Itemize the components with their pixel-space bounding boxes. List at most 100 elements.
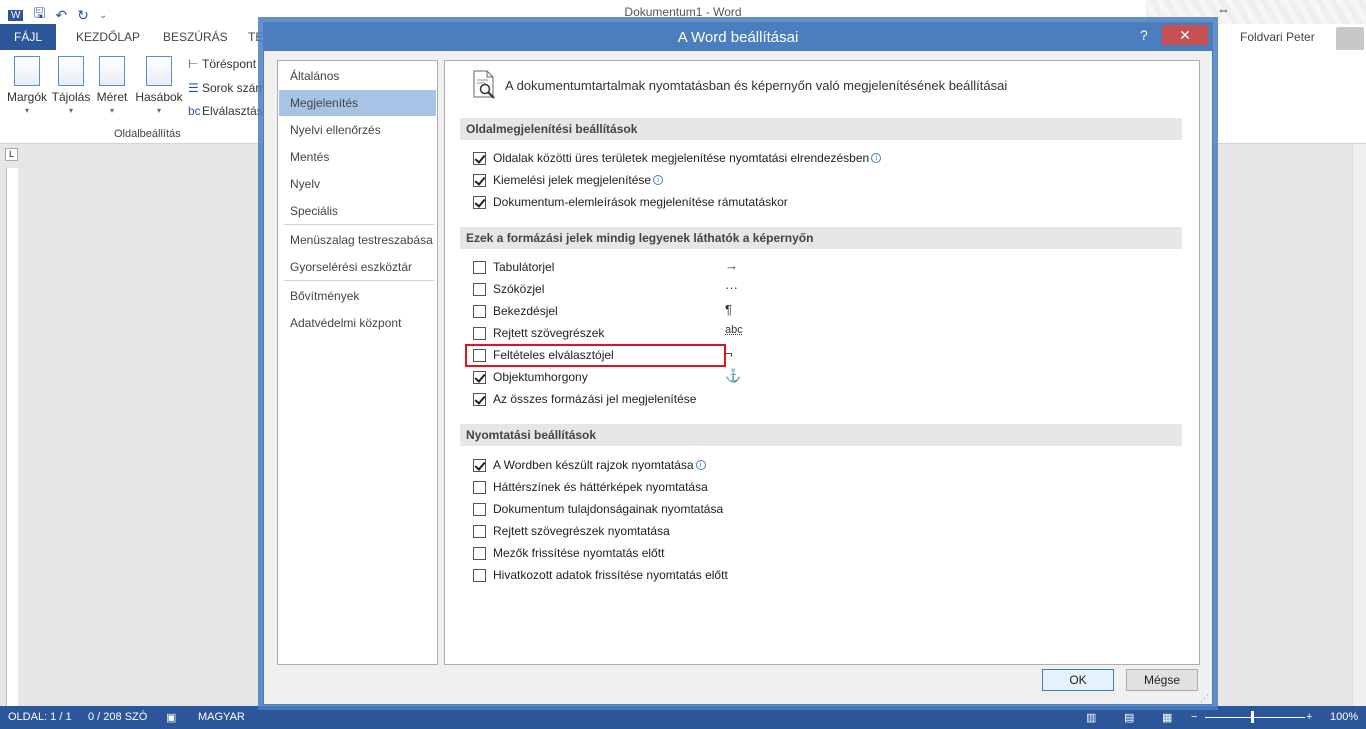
resize-grip-icon[interactable]: ⋰	[1200, 693, 1209, 704]
option-spaces[interactable]: Szóközjel ···	[473, 280, 738, 298]
help-icon[interactable]: ?	[1140, 27, 1148, 43]
title-bar: W 🖫 ↶ ↻ ⌄ Dokumentum1 - Word ⇔	[0, 0, 1366, 55]
size-icon	[99, 56, 125, 86]
ruler-bar	[6, 168, 18, 706]
option-label: Háttérszínek és háttérképek nyomtatása	[493, 480, 708, 494]
option-object-anchors[interactable]: Objektumhorgony ⚓	[473, 368, 741, 386]
nav-item-display[interactable]: Megjelenítés	[279, 90, 436, 116]
web-layout-icon[interactable]: ▦	[1162, 711, 1172, 724]
tab-home[interactable]: KEZDŐLAP	[64, 24, 152, 50]
tab-insert[interactable]: BESZÚRÁS	[151, 24, 240, 50]
breaks-button[interactable]: ⊢ Töréspont	[188, 57, 256, 71]
checkbox[interactable]	[473, 480, 486, 494]
columns-button[interactable]: Hasábok ▾	[134, 56, 184, 115]
options-nav: Általános Megjelenítés Nyelvi ellenőrzés…	[277, 60, 438, 665]
hyphenation-icon: bc	[188, 104, 201, 118]
option-hidden-text[interactable]: Rejtett szövegrészek abc	[473, 324, 743, 342]
checkbox[interactable]	[473, 524, 486, 538]
checkbox[interactable]	[473, 502, 486, 516]
zoom-slider-thumb[interactable]	[1251, 711, 1254, 723]
checkbox[interactable]	[473, 173, 486, 187]
hyphenation-button[interactable]: bcElválasztás	[188, 104, 263, 118]
nav-item-general[interactable]: Általános	[279, 63, 436, 89]
checkbox[interactable]	[473, 326, 486, 340]
option-paragraph-marks[interactable]: Bekezdésjel ¶	[473, 302, 733, 320]
nav-item-add-ins[interactable]: Bővítmények	[279, 283, 436, 309]
cancel-button[interactable]: Mégse	[1126, 669, 1198, 691]
orientation-icon	[58, 56, 84, 86]
checkbox[interactable]	[473, 370, 486, 384]
checkbox[interactable]	[473, 546, 486, 560]
columns-icon	[146, 56, 172, 86]
info-icon[interactable]: i	[871, 153, 882, 163]
word-count[interactable]: 0 / 208 SZÓ	[88, 711, 147, 723]
resize-icon[interactable]: ⇔	[1217, 2, 1230, 17]
nav-item-quick-access-toolbar[interactable]: Gyorselérési eszköztár	[279, 254, 436, 280]
line-numbers-button[interactable]: ☰ Sorok szám	[188, 81, 265, 95]
size-button[interactable]: Méret ▾	[94, 56, 130, 115]
zoom-level[interactable]: 100%	[1330, 711, 1358, 723]
info-icon[interactable]: i	[653, 175, 664, 185]
user-name[interactable]: Foldvari Peter	[1240, 30, 1315, 44]
checkbox[interactable]	[473, 260, 486, 274]
option-print-drawings[interactable]: A Wordben készült rajzok nyomtatása i	[473, 456, 706, 474]
option-tab-characters[interactable]: Tabulátorjel →	[473, 258, 738, 276]
zoom-out-icon[interactable]: −	[1191, 711, 1197, 723]
option-print-hidden-text[interactable]: Rejtett szövegrészek nyomtatása	[473, 522, 670, 540]
read-mode-icon[interactable]: ▥	[1086, 711, 1096, 724]
chevron-down-icon: ▾	[109, 106, 114, 115]
option-label: Tabulátorjel	[493, 260, 555, 274]
nav-item-language[interactable]: Nyelv	[279, 171, 436, 197]
option-label: Kiemelési jelek megjelenítése	[493, 173, 652, 187]
breaks-label: Töréspont	[202, 57, 257, 71]
tab-selector-icon[interactable]: L	[5, 148, 18, 161]
language-indicator[interactable]: MAGYAR	[198, 711, 245, 723]
option-show-tooltips[interactable]: Dokumentum-elemleírások megjelenítése rá…	[473, 193, 788, 211]
optional-hyphen-icon: ¬	[725, 346, 733, 361]
checkbox[interactable]	[473, 195, 486, 209]
proofing-icon[interactable]: ▣	[166, 711, 176, 724]
orientation-button[interactable]: Tájolás ▾	[50, 56, 92, 115]
option-update-linked-data[interactable]: Hivatkozott adatok frissítése nyomtatás …	[473, 566, 728, 584]
option-show-whitespace[interactable]: Oldalak közötti üres területek megjelení…	[473, 149, 882, 167]
option-label: Szóközjel	[493, 282, 545, 296]
printing-section-title: Nyomtatási beállítások	[460, 424, 1182, 446]
tab-file[interactable]: FÁJL	[0, 24, 56, 50]
checkbox[interactable]	[473, 458, 486, 472]
checkbox[interactable]	[473, 282, 486, 296]
nav-item-customize-ribbon[interactable]: Menüszalag testreszabása	[279, 227, 436, 253]
nav-item-save[interactable]: Mentés	[279, 144, 436, 170]
option-print-properties[interactable]: Dokumentum tulajdonságainak nyomtatása	[473, 500, 723, 518]
option-print-background[interactable]: Háttérszínek és háttérképek nyomtatása	[473, 478, 708, 496]
option-show-all-marks[interactable]: Az összes formázási jel megjelenítése	[473, 390, 696, 408]
print-layout-icon[interactable]: ▤	[1124, 711, 1134, 724]
option-update-fields[interactable]: Mezők frissítése nyomtatás előtt	[473, 544, 664, 562]
nav-divider	[284, 224, 434, 225]
margins-label: Margók	[6, 90, 47, 104]
vertical-scrollbar[interactable]	[1352, 144, 1366, 706]
ok-button[interactable]: OK	[1042, 669, 1114, 691]
checkbox[interactable]	[473, 151, 486, 165]
nav-item-proofing[interactable]: Nyelvi ellenőrzés	[279, 117, 436, 143]
pilcrow-icon: ¶	[725, 302, 732, 317]
margins-icon	[14, 56, 40, 86]
hyphenation-label: Elválasztás	[202, 104, 263, 118]
zoom-in-icon[interactable]: +	[1306, 711, 1312, 723]
columns-label: Hasábok	[135, 90, 183, 104]
option-label: Oldalak közötti üres területek megjelení…	[493, 151, 870, 165]
checkbox[interactable]	[473, 304, 486, 318]
option-show-highlighter-marks[interactable]: Kiemelési jelek megjelenítése i	[473, 171, 664, 189]
checkbox[interactable]	[473, 392, 486, 406]
nav-item-advanced[interactable]: Speciális	[279, 198, 436, 224]
info-icon[interactable]: i	[695, 460, 706, 470]
checkbox[interactable]	[473, 568, 486, 582]
document-magnifier-icon	[473, 70, 495, 99]
page-display-section-title: Oldalmegjelenítési beállítások	[460, 118, 1182, 140]
nav-item-trust-center[interactable]: Adatvédelmi központ	[279, 310, 436, 336]
close-button[interactable]: ✕	[1162, 25, 1208, 45]
margins-button[interactable]: Margók ▾	[6, 56, 48, 115]
zoom-slider[interactable]	[1205, 717, 1305, 718]
page-count[interactable]: OLDAL: 1 / 1	[8, 711, 72, 723]
dialog-title-bar[interactable]: A Word beállításai ? ✕	[264, 23, 1212, 51]
option-label: Az összes formázási jel megjelenítése	[493, 392, 697, 406]
